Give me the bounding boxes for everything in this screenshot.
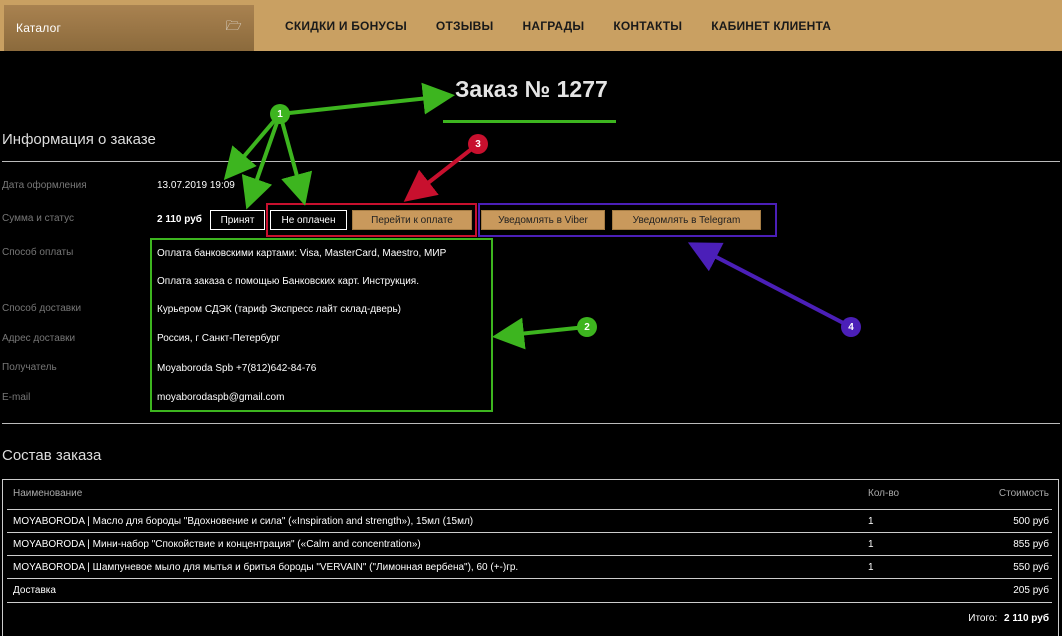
arrow-to-details	[492, 317, 587, 350]
order-items-table: Наименование Кол-во Стоимость MOYABORODA…	[2, 479, 1059, 636]
arrow-to-date	[223, 112, 282, 181]
arrow-to-accepted	[241, 113, 282, 210]
item-cost: 855 руб	[1013, 539, 1049, 550]
order-total: Итого: 2 110 руб	[968, 613, 1049, 624]
delivery-row-name: Доставка	[13, 585, 56, 596]
column-header-name: Наименование	[13, 488, 83, 499]
annotation-marker-2: 2	[577, 317, 597, 337]
item-cost: 550 руб	[1013, 562, 1049, 573]
item-name: MOYABORODA | Масло для бороды "Вдохновен…	[13, 516, 474, 527]
divider	[2, 423, 1060, 424]
annotation-marker-3: 3	[468, 134, 488, 154]
item-qty: 1	[868, 516, 874, 527]
arrow-to-not-paid	[278, 113, 313, 206]
column-header-cost: Стоимость	[998, 488, 1049, 499]
arrow-to-title	[279, 82, 455, 116]
column-header-qty: Кол-во	[868, 488, 900, 499]
item-cost: 500 руб	[1013, 516, 1049, 527]
total-label: Итого:	[968, 613, 998, 624]
annotation-marker-1: 1	[270, 104, 290, 124]
arrow-to-notify	[687, 242, 852, 329]
row-divider	[7, 578, 1052, 579]
item-name: MOYABORODA | Шампуневое мыло для мытья и…	[13, 562, 519, 573]
order-composition-heading: Состав заказа	[2, 447, 102, 464]
arrow-to-payment	[403, 142, 480, 202]
item-name: MOYABORODA | Мини-набор "Спокойствие и к…	[13, 539, 421, 550]
total-value: 2 110 руб	[1004, 613, 1049, 624]
delivery-row-cost: 205 руб	[1013, 585, 1049, 596]
row-divider	[7, 555, 1052, 556]
annotation-marker-4: 4	[841, 317, 861, 337]
item-qty: 1	[868, 562, 874, 573]
row-divider	[7, 532, 1052, 533]
item-qty: 1	[868, 539, 874, 550]
row-divider	[7, 509, 1052, 510]
row-divider	[7, 602, 1052, 603]
